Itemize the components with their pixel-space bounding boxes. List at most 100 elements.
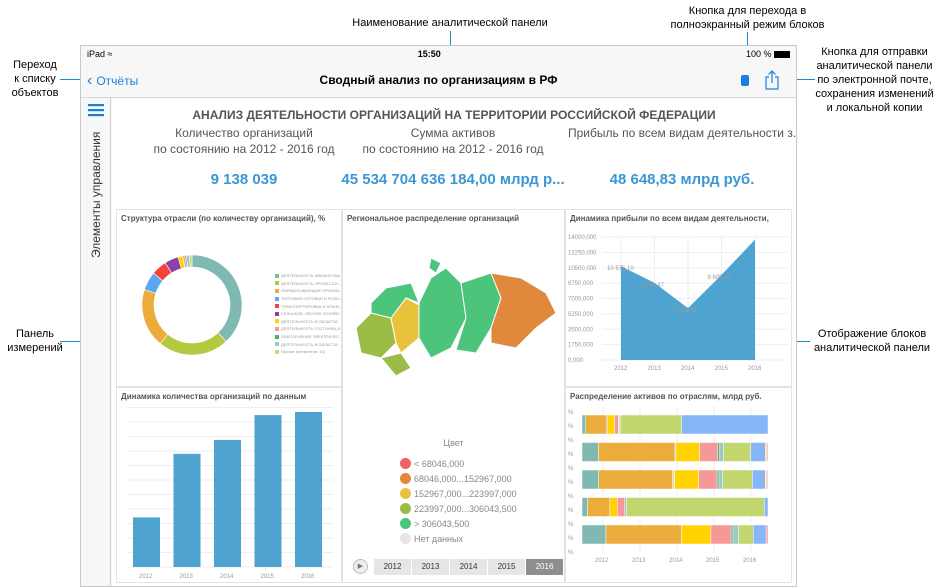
- map-legend-item: < 68046,000: [400, 456, 517, 471]
- x-tick-label: 2016: [748, 366, 762, 372]
- kpi-label: Количество организаций по состоянию на 20…: [153, 126, 335, 156]
- play-button[interactable]: ▶: [353, 559, 368, 574]
- map-region[interactable]: [380, 352, 412, 377]
- map-legend-item: 152967,000...223997,000: [400, 486, 517, 501]
- bar-segment: [624, 497, 627, 517]
- legend-swatch: [400, 458, 411, 469]
- legend-label: ОБРАБАТЫВАЮЩИЕ ПРОИЗВ...: [281, 288, 342, 294]
- status-bar: iPad ≈ 15:50 100 %: [81, 46, 796, 61]
- bar-segment: [738, 524, 754, 545]
- legend-label: СЕЛЬСКОЕ, ЛЕСНОЕ ХОЗЯЙС...: [281, 311, 342, 317]
- y-tick-label: 10500,000: [568, 266, 597, 272]
- assets-distribution-panel[interactable]: Распределение активов по отраслям, млрд …: [565, 387, 792, 583]
- fullscreen-button[interactable]: [741, 75, 749, 86]
- bar-segment: [681, 414, 769, 435]
- year-tab[interactable]: 2016: [526, 559, 564, 575]
- map-legend-item: > 306043,500: [400, 516, 517, 531]
- x-tick-label: 2012: [614, 366, 628, 372]
- org-count-panel[interactable]: Динамика количества организаций по данны…: [116, 387, 342, 583]
- y-tick-label: %: [568, 424, 574, 430]
- donut-legend: ДЕЯТЕЛЬНОСТЬ ФИНАНСОВА... ДЕЯТЕЛЬНОСТЬ ПР…: [275, 272, 342, 356]
- bar: [214, 439, 241, 567]
- legend-item: ДЕЯТЕЛЬНОСТЬ В ОБЛАСТИ...: [275, 340, 341, 348]
- legend-swatch: [275, 304, 279, 309]
- dashboard: АНАЛИЗ ДЕЯТЕЛЬНОСТИ ОРГАНИЗАЦИЙ НА ТЕРРИ…: [112, 99, 796, 586]
- nav-bar: ‹ Отчёты Сводный анализ по организациям в…: [81, 61, 796, 98]
- y-tick-label: %: [568, 536, 574, 542]
- x-tick-label: 2014: [220, 574, 234, 580]
- kpi-label: Сумма активов по состоянию на 2012 - 2016…: [362, 126, 544, 156]
- menu-icon[interactable]: [88, 104, 104, 117]
- year-tab[interactable]: 2013: [412, 559, 450, 575]
- bar-segment: [765, 469, 769, 490]
- bar-segment: [581, 524, 607, 545]
- legend-swatch: [275, 273, 279, 278]
- bar-segment: [675, 442, 700, 462]
- legend-label: ОБЕСПЕЧЕНИЕ ЭЛЕКТРИЧЕС...: [281, 334, 342, 340]
- map-legend-title: Цвет: [443, 438, 464, 448]
- y-tick-label: 14000,000: [568, 235, 597, 241]
- profit-dynamics-panel[interactable]: Динамика прибыли по всем видам деятельно…: [565, 209, 792, 387]
- bar-segment: [717, 442, 720, 462]
- legend-swatch: [275, 342, 279, 347]
- share-button[interactable]: [765, 70, 779, 90]
- regional-map-panel[interactable]: Региональное распределение организаций Ц…: [342, 209, 565, 583]
- bar-segment: [609, 497, 618, 517]
- y-tick-label: %: [568, 480, 574, 486]
- bar-segment: [672, 469, 675, 490]
- donut-chart: [141, 254, 243, 356]
- x-tick-label: 2015: [715, 366, 729, 372]
- legend-swatch: [400, 473, 411, 484]
- legend-label: ДЕЯТЕЛЬНОСТЬ ГОСТИНИЦ И...: [281, 326, 342, 332]
- y-tick-label: %: [568, 550, 574, 556]
- russia-map[interactable]: [351, 258, 561, 388]
- kpi-label: Прибыль по всем видам деятельности з...: [568, 126, 797, 140]
- legend-swatch: [275, 281, 279, 286]
- bar-segment: [618, 414, 621, 435]
- data-label: 9 685,48: [708, 275, 732, 281]
- x-tick-label: 2015: [706, 558, 720, 564]
- legend-item: ДЕЯТЕЛЬНОСТЬ ФИНАНСОВА...: [275, 272, 342, 280]
- legend-swatch: [275, 311, 279, 316]
- map-region[interactable]: [490, 272, 557, 349]
- bar: [173, 453, 201, 567]
- bar-segment: [722, 469, 753, 490]
- panel-title: Динамика количества организаций по данны…: [121, 392, 307, 401]
- stacked-bar-chart: %%%%%%%%%%% 2012 2013 2014 2015 2016: [568, 407, 769, 564]
- donut-slice: [191, 254, 243, 342]
- legend-item: ДЕЯТЕЛЬНОСТЬ ГОСТИНИЦ И...: [275, 325, 342, 333]
- legend-label: ДЕЯТЕЛЬНОСТЬ ФИНАНСОВА...: [281, 273, 342, 279]
- y-tick-label: %: [568, 494, 574, 500]
- legend-item: ДЕЯТЕЛЬНОСТЬ ПРОФЕССИ...: [275, 280, 341, 288]
- donut-slice: [189, 254, 193, 268]
- year-tab[interactable]: 2012: [374, 559, 412, 575]
- year-tab[interactable]: 2014: [450, 559, 488, 575]
- page-title: Сводный анализ по организациям в РФ: [319, 73, 558, 87]
- bar: [133, 517, 160, 567]
- dashboard-title: АНАЛИЗ ДЕЯТЕЛЬНОСТИ ОРГАНИЗАЦИЙ НА ТЕРРИ…: [192, 108, 716, 122]
- legend-label: ТОРГОВЛЯ ОПТОВАЯ И РОЗН...: [281, 296, 342, 302]
- x-tick-label: 2016: [301, 574, 315, 580]
- legend-swatch: [275, 319, 279, 324]
- legend-label: > 306043,500: [414, 518, 470, 529]
- x-tick-label: 2013: [180, 574, 194, 580]
- bar-segment: [674, 469, 699, 490]
- dimensions-panel[interactable]: Элементы управления: [81, 98, 111, 586]
- year-tab[interactable]: 2015: [488, 559, 526, 575]
- bar-segment: [598, 469, 673, 490]
- year-timeline[interactable]: 2012 2013 2014 2015 2016: [374, 559, 564, 575]
- legend-swatch: [400, 518, 411, 529]
- legend-label: 152967,000...223997,000: [414, 488, 517, 499]
- legend-label: 223997,000...306043,500: [414, 503, 517, 514]
- legend-swatch: [275, 288, 279, 293]
- legend-item: ТОРГОВЛЯ ОПТОВАЯ И РОЗН...: [275, 295, 342, 303]
- bar-segment: [581, 497, 588, 517]
- legend-swatch: [400, 503, 411, 514]
- data-label: 10 675,10: [607, 266, 634, 272]
- map-region[interactable]: [428, 258, 442, 274]
- legend-label: Прочие (элементов: 10): [281, 349, 326, 355]
- panel-title: Распределение активов по отраслям, млрд …: [570, 392, 762, 401]
- battery: 100 %: [746, 49, 790, 59]
- industry-structure-panel[interactable]: Структура отрасли (по количеству организ…: [116, 209, 342, 387]
- map-region[interactable]: [355, 312, 397, 359]
